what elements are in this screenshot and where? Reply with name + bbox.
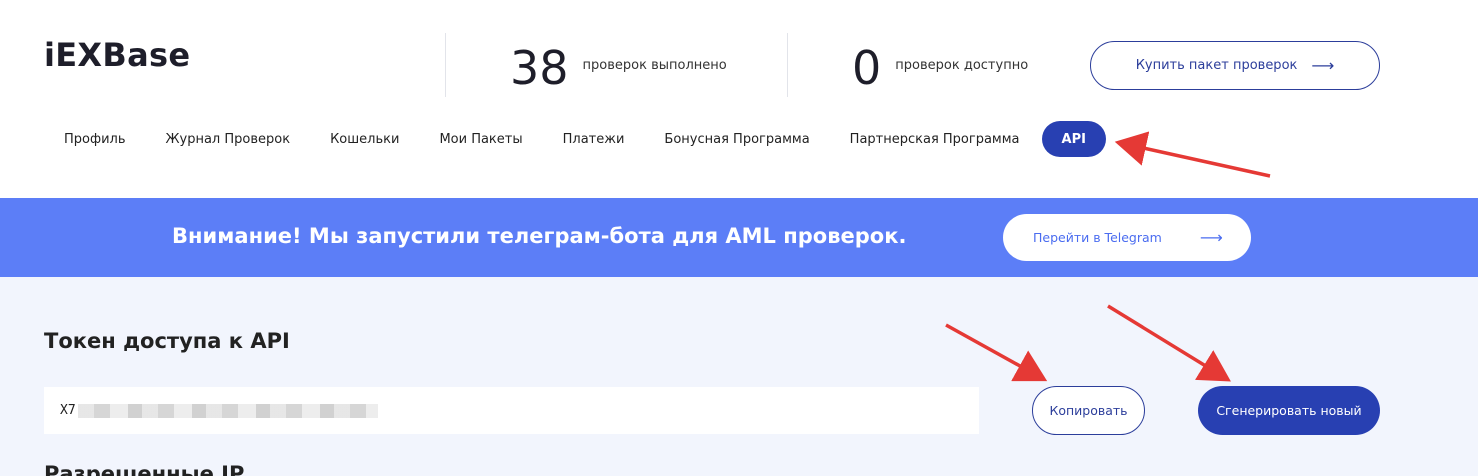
- nav-item-check-log[interactable]: Журнал Проверок: [146, 121, 311, 157]
- stat-label: проверок выполнено: [582, 57, 727, 73]
- site-header: iEXBase 38 проверок выполнено 0 проверок…: [0, 0, 1478, 198]
- nav-item-bonus-program[interactable]: Бонусная Программа: [644, 121, 829, 157]
- api-token-field[interactable]: X7: [44, 387, 979, 434]
- token-redacted-blur: [77, 403, 378, 418]
- nav-item-my-packages[interactable]: Мои Пакеты: [419, 121, 542, 157]
- stat-checks-available: 0 проверок доступно: [852, 38, 1028, 98]
- stat-checks-done: 38 проверок выполнено: [510, 38, 727, 98]
- main-nav: Профиль Журнал Проверок Кошельки Мои Пак…: [44, 121, 1106, 157]
- copy-button[interactable]: Копировать: [1032, 386, 1145, 435]
- nav-item-wallets[interactable]: Кошельки: [310, 121, 419, 157]
- nav-item-profile[interactable]: Профиль: [44, 121, 146, 157]
- token-value: X7: [60, 403, 76, 418]
- stat-number: 0: [852, 41, 882, 95]
- api-token-title: Токен доступа к API: [44, 329, 290, 353]
- allowed-ip-title: Разрешенные IP: [44, 462, 245, 476]
- brand-logo[interactable]: iEXBase: [44, 36, 190, 74]
- nav-item-payments[interactable]: Платежи: [543, 121, 645, 157]
- telegram-button[interactable]: Перейти в Telegram ⟶: [1003, 214, 1251, 261]
- generate-new-button[interactable]: Сгенерировать новый: [1198, 386, 1380, 435]
- stats-divider: [787, 33, 788, 97]
- arrow-right-icon: ⟶: [1311, 55, 1335, 75]
- stat-number: 38: [510, 41, 569, 95]
- stat-label: проверок доступно: [895, 57, 1029, 73]
- nav-item-partner-program[interactable]: Партнерская Программа: [830, 121, 1040, 157]
- stats-divider: [445, 33, 446, 97]
- main-content: [0, 277, 1478, 476]
- banner-text: Внимание! Мы запустили телеграм-бота для…: [172, 224, 907, 248]
- announcement-banner: Внимание! Мы запустили телеграм-бота для…: [0, 198, 1478, 277]
- buy-package-button[interactable]: Купить пакет проверок ⟶: [1090, 41, 1380, 90]
- arrow-right-icon: ⟶: [1199, 227, 1223, 247]
- telegram-button-label: Перейти в Telegram: [1033, 230, 1162, 245]
- nav-item-api[interactable]: API: [1041, 121, 1106, 157]
- buy-package-label: Купить пакет проверок: [1135, 58, 1298, 73]
